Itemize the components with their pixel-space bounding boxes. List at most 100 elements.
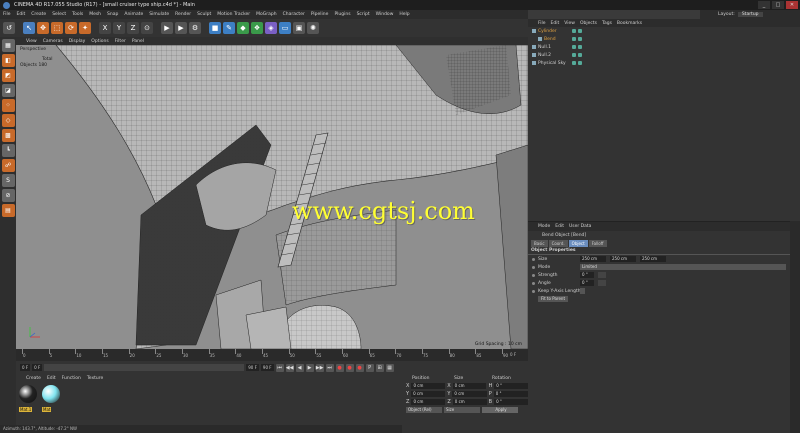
viewport-menu-filter[interactable]: Filter [115,39,126,44]
object-menu-objects[interactable]: Objects [580,21,597,26]
visibility-toggle-icon[interactable] [572,61,576,65]
camera-icon[interactable]: ▣ [293,22,305,34]
maximize-button[interactable]: □ [772,1,784,9]
object-name[interactable]: Cylinder [538,29,557,34]
material-menu-texture[interactable]: Texture [87,376,103,381]
menu-window[interactable]: Window [376,12,394,17]
cube-icon[interactable]: ■ [209,22,221,34]
menu-edit[interactable]: Edit [17,12,26,17]
keep-length-animate-dot[interactable] [532,289,535,293]
enable-check-icon[interactable] [578,53,582,57]
material-menu-function[interactable]: Function [62,376,81,381]
axis-mode-icon[interactable]: ┗ [1,144,15,157]
object-menu-file[interactable]: File [538,21,546,26]
render-picture-viewer-icon[interactable]: ▶ [175,22,187,34]
light-icon[interactable]: ✺ [307,22,319,34]
play-icon[interactable]: ▶ [305,363,314,372]
menu-character[interactable]: Character [283,12,305,17]
size-z-field[interactable]: 250 cm [640,256,666,262]
tab-coord[interactable]: Coord. [548,240,568,247]
tab-basic[interactable]: Basic [531,240,548,247]
material-swatch[interactable]: Mat.1 [19,385,39,415]
coordinate-system-icon[interactable]: ⊙ [141,22,153,34]
size-field[interactable]: 0 cm [452,399,487,405]
layout-dropdown[interactable]: Startup [737,12,763,17]
material-menu-create[interactable]: Create [26,376,41,381]
grid-icon[interactable]: ▤ [1,204,15,217]
menu-motion-tracker[interactable]: Motion Tracker [217,12,250,17]
size-field[interactable]: 0 cm [452,383,487,389]
visibility-toggle-icon[interactable] [572,53,576,57]
make-editable-icon[interactable]: ▦ [1,39,15,52]
attribute-menu-edit[interactable]: Edit [555,224,564,229]
preview-end-field[interactable]: 90 F [260,364,274,371]
end-frame-field[interactable]: 90 F [246,364,259,371]
strength-slider[interactable] [598,272,606,278]
position-field[interactable]: 0 cm [411,399,446,405]
visibility-toggle-icon[interactable] [572,37,576,41]
object-name[interactable]: Null.2 [538,53,551,58]
rotation-field[interactable]: 0 ° [494,383,528,389]
start-frame-field[interactable]: 0 F [20,364,31,371]
mode-animate-dot[interactable] [532,265,535,269]
enable-check-icon[interactable] [578,45,582,49]
snap-icon[interactable]: S [1,174,15,187]
visibility-toggle-icon[interactable] [572,29,576,33]
goto-end-icon[interactable]: ⏭ [325,363,334,372]
viewport-menu-display[interactable]: Display [69,39,86,44]
menu-file[interactable]: File [3,12,11,17]
fit-to-parent-button[interactable]: Fit to Parent [538,296,568,302]
strength-animate-dot[interactable] [532,273,535,277]
size-field[interactable]: 0 cm [452,391,487,397]
menu-help[interactable]: Help [399,12,409,17]
z-axis-icon[interactable]: Z [127,22,139,34]
x-axis-icon[interactable]: X [99,22,111,34]
object-row[interactable]: Null.2 [528,51,800,59]
object-row[interactable]: Null.1 [528,43,800,51]
close-button[interactable]: ✕ [786,1,798,9]
menu-mesh[interactable]: Mesh [89,12,101,17]
floor-icon[interactable]: ▭ [279,22,291,34]
menu-render[interactable]: Render [175,12,191,17]
keyframe-icon[interactable]: ● [355,363,364,372]
texture-mode-icon[interactable]: ◩ [1,69,15,82]
angle-animate-dot[interactable] [532,281,535,285]
scale-icon[interactable]: ⬚ [51,22,63,34]
timeline-ruler[interactable]: 0 5 10 15 20 25 30 35 40 45 50 55 60 65 70 75 80 85 90 0 F [16,349,528,361]
menu-tools[interactable]: Tools [72,12,83,17]
live-select-icon[interactable]: ↖ [23,22,35,34]
enable-check-icon[interactable] [578,61,582,65]
array-icon[interactable]: ❖ [251,22,263,34]
angle-slider[interactable] [598,280,606,286]
undo-icon[interactable]: ↺ [3,22,15,34]
polygons-mode-icon[interactable]: ▩ [1,129,15,142]
material-menu-edit[interactable]: Edit [47,376,56,381]
tab-falloff[interactable]: Falloff [588,240,607,247]
object-row[interactable]: Bend [528,35,800,43]
object-menu-view[interactable]: View [564,21,575,26]
minimize-button[interactable]: _ [758,1,770,9]
visibility-toggle-icon[interactable] [572,45,576,49]
attribute-menu-mode[interactable]: Mode [538,224,550,229]
pen-icon[interactable]: ✎ [223,22,235,34]
rotation-field[interactable]: 0 ° [493,391,528,397]
tab-object[interactable]: Object [568,240,588,247]
object-menu-bookmarks[interactable]: Bookmarks [617,21,642,26]
enable-check-icon[interactable] [578,37,582,41]
prev-key-icon[interactable]: ◀◀ [285,363,294,372]
coordinate-mode-dropdown[interactable]: Object (Rel) [406,407,442,413]
rotation-field[interactable]: 0 ° [494,399,528,405]
viewport-menu-cameras[interactable]: Cameras [43,39,63,44]
menu-simulate[interactable]: Simulate [149,12,169,17]
mode-dropdown[interactable]: Limited [580,264,786,270]
workplane-icon[interactable]: ◪ [1,84,15,97]
size-mode-dropdown[interactable]: Size [444,407,480,413]
menu-script[interactable]: Script [357,12,370,17]
object-name[interactable]: Null.1 [538,45,551,50]
menu-pipeline[interactable]: Pipeline [311,12,329,17]
current-frame-field[interactable]: 0 F [32,364,43,371]
size-animate-dot[interactable] [532,257,535,261]
position-field[interactable]: 0 cm [411,391,446,397]
menu-mograph[interactable]: MoGraph [256,12,276,17]
menu-plugins[interactable]: Plugins [334,12,350,17]
